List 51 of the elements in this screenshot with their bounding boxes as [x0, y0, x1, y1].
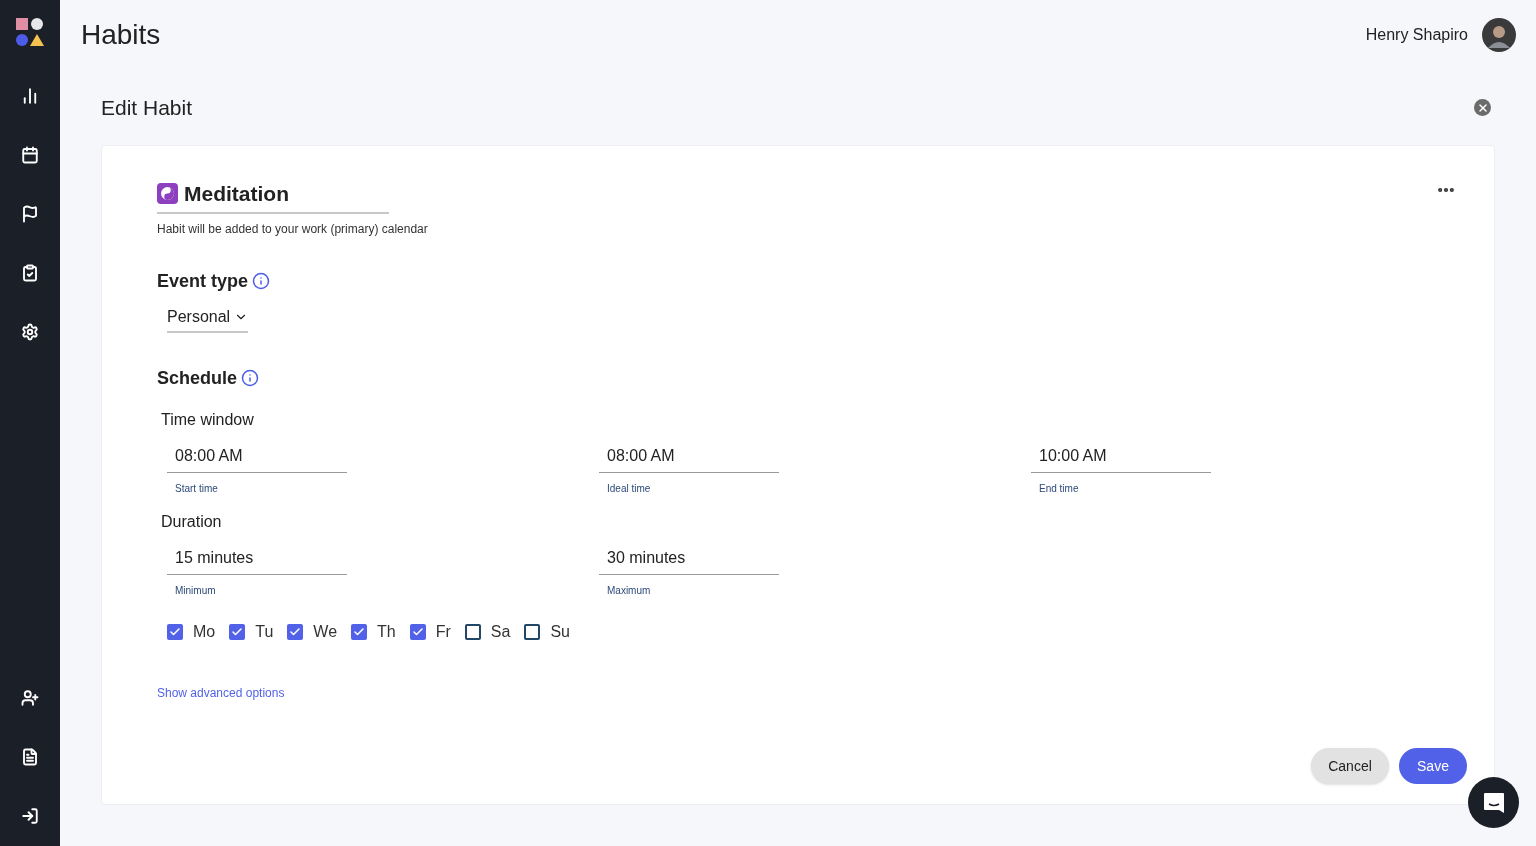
- check-icon: [289, 625, 302, 638]
- day-checkbox[interactable]: [229, 623, 246, 640]
- day-label: Fr: [435, 621, 451, 642]
- advanced-options-link[interactable]: Show advanced options: [157, 683, 285, 702]
- time-field[interactable]: 08:00 AM: [167, 443, 347, 473]
- close-button[interactable]: [1474, 99, 1491, 116]
- check-icon: [169, 625, 181, 638]
- chat-button[interactable]: [1468, 777, 1519, 828]
- day-checkbox[interactable]: [287, 623, 304, 640]
- section-heading: Schedule: [157, 366, 238, 390]
- subsection-label: Duration: [161, 511, 223, 532]
- cancel-button[interactable]: Cancel: [1311, 748, 1389, 784]
- page-title: Habits: [81, 18, 161, 52]
- section-heading: Event type: [157, 269, 249, 293]
- time-field[interactable]: 15 minutes: [167, 545, 347, 575]
- field-caption: Start time: [174, 481, 219, 496]
- time-field[interactable]: 10:00 AM: [1031, 443, 1211, 473]
- day-checkbox[interactable]: [351, 623, 368, 640]
- yin-yang-icon: [157, 183, 178, 205]
- habit-name[interactable]: Meditation: [184, 178, 289, 210]
- info-icon[interactable]: [241, 369, 260, 387]
- check-icon: [231, 625, 244, 638]
- day-label: We: [313, 621, 338, 642]
- chat-icon: [1481, 790, 1506, 815]
- day-checkbox[interactable]: [524, 623, 541, 640]
- time-field[interactable]: 30 minutes: [599, 545, 779, 575]
- habit-note: Habit will be added to your work (primary) calendar: [157, 220, 429, 238]
- check-icon: [411, 625, 424, 638]
- day-label: Th: [377, 621, 396, 642]
- field-caption: Minimum: [174, 583, 217, 598]
- field-caption: Ideal time: [606, 481, 652, 496]
- day-label: Mo: [193, 621, 216, 642]
- day-label: Tu: [255, 621, 274, 642]
- dialog-title: Edit Habit: [101, 94, 193, 121]
- close-icon: [1476, 101, 1489, 114]
- field-caption: End time: [1038, 481, 1080, 496]
- save-button[interactable]: Save: [1399, 748, 1467, 784]
- user-name: Henry Shapiro: [1365, 25, 1468, 45]
- day-checkbox[interactable]: [409, 623, 426, 640]
- check-icon: [353, 625, 366, 638]
- avatar[interactable]: [1482, 18, 1516, 52]
- field-caption: Maximum: [606, 583, 652, 598]
- subsection-label: Time window: [161, 409, 255, 430]
- info-icon[interactable]: [252, 272, 271, 290]
- day-checkbox[interactable]: [167, 623, 183, 640]
- logo-icon: [16, 18, 44, 46]
- day-label: Su: [550, 621, 570, 642]
- time-field[interactable]: 08:00 AM: [599, 443, 779, 473]
- event-type-dropdown[interactable]: Personal: [167, 304, 249, 333]
- day-checkbox[interactable]: [464, 623, 481, 640]
- day-label: Sa: [490, 621, 511, 642]
